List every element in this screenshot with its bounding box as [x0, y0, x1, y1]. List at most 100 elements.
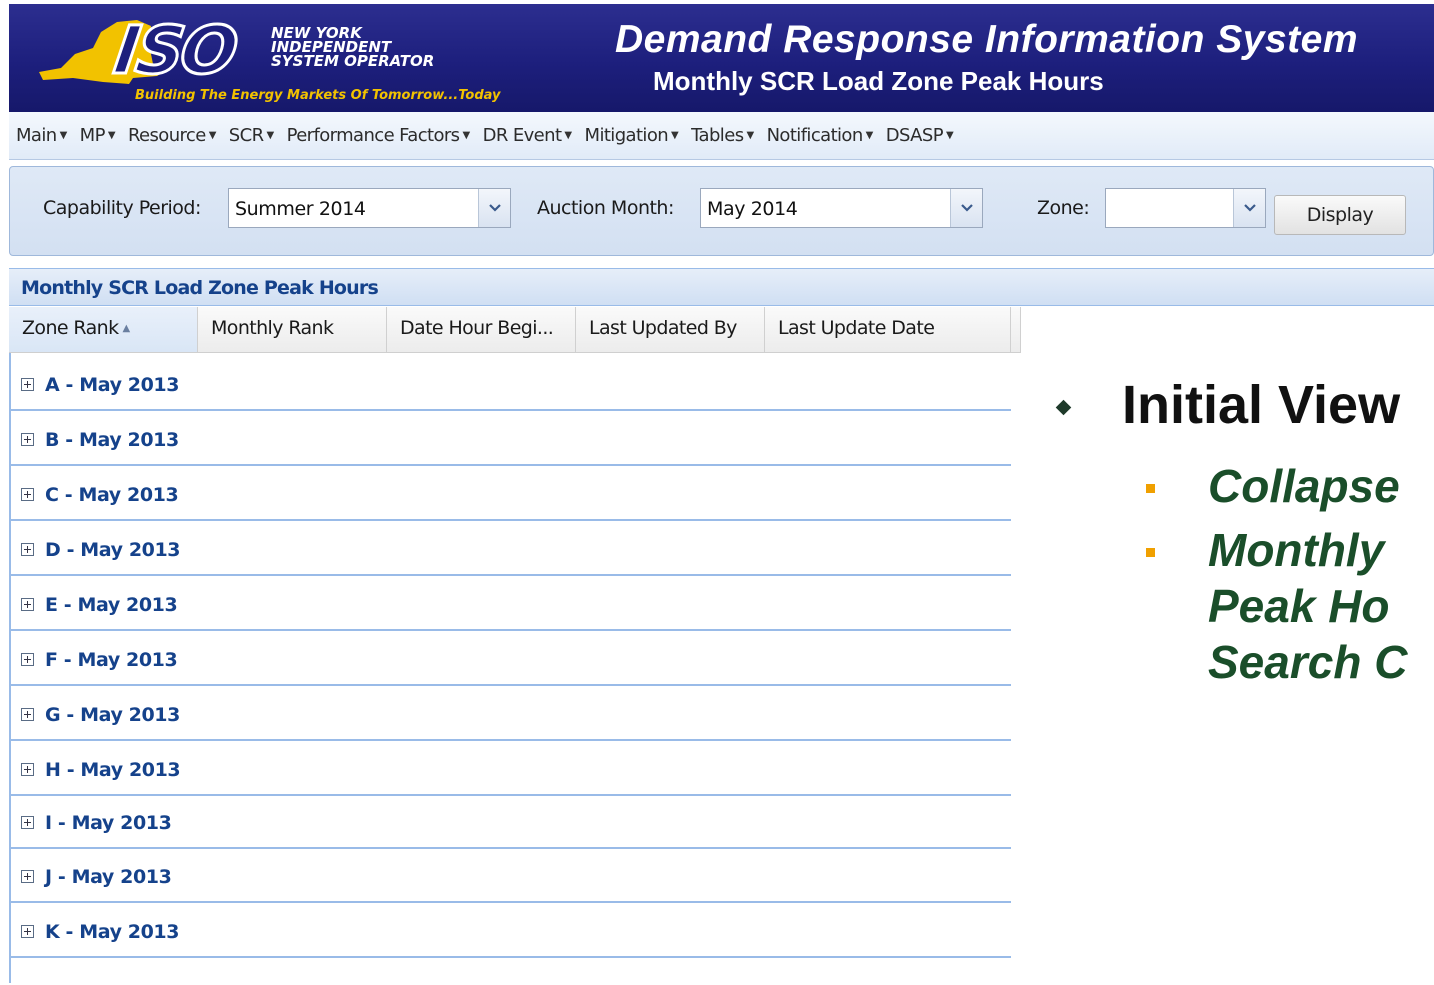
caret-down-icon: ▼: [59, 130, 68, 141]
auction-month-label: Auction Month:: [537, 197, 674, 219]
caret-down-icon: ▼: [266, 130, 275, 141]
expand-plus-icon[interactable]: [21, 763, 34, 776]
sort-ascending-icon: ▲: [122, 323, 130, 334]
group-row-g[interactable]: G - May 2013: [11, 686, 1011, 741]
caret-down-icon: ▼: [746, 130, 754, 141]
chevron-down-icon[interactable]: [950, 189, 982, 227]
display-button[interactable]: Display: [1274, 195, 1406, 235]
expand-plus-icon[interactable]: [21, 543, 34, 556]
group-row-c[interactable]: C - May 2013: [11, 466, 1011, 521]
caret-down-icon: ▼: [671, 130, 679, 141]
main-menu-bar: Main ▼ MP ▼ Resource ▼ SCR ▼ Performance Fac…: [9, 112, 1434, 160]
grid-title-bar: Monthly SCR Load Zone Peak Hours: [9, 268, 1434, 306]
group-label: H - May 2013: [45, 759, 181, 781]
expand-plus-icon[interactable]: [21, 653, 34, 666]
group-label: K - May 2013: [45, 921, 180, 943]
diamond-bullet-icon: [1055, 399, 1072, 416]
column-header-last-updated-by[interactable]: Last Updated By: [576, 307, 765, 352]
menu-label: Main: [16, 125, 57, 146]
auction-month-select[interactable]: May 2014: [700, 188, 983, 228]
group-row-a[interactable]: A - May 2013: [11, 356, 1011, 411]
menu-label: Mitigation: [584, 125, 669, 146]
menu-performance-factors[interactable]: Performance Factors ▼: [287, 125, 471, 146]
zone-select[interactable]: [1105, 188, 1266, 228]
logo-iso-text: ISO: [108, 11, 241, 91]
menu-label: DR Event: [482, 125, 562, 146]
column-header-monthly-rank[interactable]: Monthly Rank: [198, 307, 387, 352]
caret-down-icon: ▼: [208, 130, 217, 141]
column-header-label: Last Updated By: [589, 317, 737, 339]
group-row-d[interactable]: D - May 2013: [11, 521, 1011, 576]
annotation-sub-text: Search C: [1208, 636, 1408, 688]
column-header-label: Zone Rank: [22, 317, 119, 339]
group-row-i[interactable]: I - May 2013: [11, 794, 1011, 849]
expand-plus-icon[interactable]: [21, 870, 34, 883]
capability-period-select[interactable]: Summer 2014: [228, 188, 511, 228]
group-label: I - May 2013: [45, 812, 172, 834]
expand-plus-icon[interactable]: [21, 433, 34, 446]
menu-label: SCR: [228, 125, 264, 146]
column-header-date-hour-beginning[interactable]: Date Hour Begi...: [387, 307, 576, 352]
menu-label: MP: [79, 125, 106, 146]
menu-tables[interactable]: Tables ▼: [691, 125, 754, 146]
square-bullet-icon: [1146, 484, 1155, 493]
caret-down-icon: ▼: [945, 130, 954, 141]
group-row-f[interactable]: F - May 2013: [11, 631, 1011, 686]
expand-plus-icon[interactable]: [21, 378, 34, 391]
capability-period-label: Capability Period:: [43, 197, 201, 219]
logo-tagline: Building The Energy Markets Of Tomorrow.…: [135, 88, 501, 103]
menu-mp[interactable]: MP ▼: [79, 125, 116, 146]
annotation-sub-text: Peak Ho: [1208, 580, 1390, 632]
menu-dr-event[interactable]: DR Event ▼: [482, 125, 573, 146]
menu-label: Tables: [691, 125, 744, 146]
search-criteria-panel: Capability Period: Summer 2014 Auction M…: [9, 166, 1434, 256]
group-label: G - May 2013: [45, 704, 180, 726]
group-label: E - May 2013: [45, 594, 178, 616]
column-header-label: Last Update Date: [778, 317, 935, 339]
group-row-b[interactable]: B - May 2013: [11, 411, 1011, 466]
logo-org-name: NEW YORK INDEPENDENT SYSTEM OPERATOR: [271, 26, 435, 70]
annotation-sub-text: Collapse: [1208, 460, 1400, 512]
app-header: ISO NEW YORK INDEPENDENT SYSTEM OPERATOR…: [9, 4, 1434, 112]
menu-resource[interactable]: Resource ▼: [128, 125, 216, 146]
group-label: B - May 2013: [45, 429, 179, 451]
annotation-main-text: Initial View: [1122, 375, 1401, 435]
capability-period-value: Summer 2014: [235, 198, 366, 220]
group-row-k[interactable]: K - May 2013: [11, 903, 1011, 958]
caret-down-icon: ▼: [107, 130, 116, 141]
annotation-sub-text: Monthly: [1208, 524, 1385, 576]
group-row-e[interactable]: E - May 2013: [11, 576, 1011, 631]
app-title: Demand Response Information System: [615, 18, 1358, 61]
chevron-down-icon[interactable]: [478, 189, 510, 227]
group-row-j[interactable]: J - May 2013: [11, 848, 1011, 903]
expand-plus-icon[interactable]: [21, 708, 34, 721]
menu-label: Resource: [127, 125, 206, 146]
expand-plus-icon[interactable]: [21, 816, 34, 829]
column-header-label: Date Hour Begi...: [400, 317, 554, 339]
expand-plus-icon[interactable]: [21, 488, 34, 501]
menu-label: Notification: [766, 125, 864, 146]
group-label: D - May 2013: [45, 539, 181, 561]
menu-scr[interactable]: SCR ▼: [229, 125, 274, 146]
chevron-down-icon[interactable]: [1233, 189, 1265, 227]
group-row-h[interactable]: H - May 2013: [11, 741, 1011, 796]
org-name-line: SYSTEM OPERATOR: [271, 52, 435, 70]
menu-notification[interactable]: Notification ▼: [766, 125, 874, 146]
header-filler: [1020, 307, 1434, 353]
caret-down-icon: ▼: [564, 130, 572, 141]
expand-plus-icon[interactable]: [21, 925, 34, 938]
grid-title: Monthly SCR Load Zone Peak Hours: [21, 277, 379, 299]
zone-label: Zone:: [1037, 197, 1090, 219]
menu-dsasp[interactable]: DSASP ▼: [885, 125, 954, 146]
expand-plus-icon[interactable]: [21, 598, 34, 611]
menu-main[interactable]: Main ▼: [16, 125, 67, 146]
column-header-zone-rank[interactable]: Zone Rank ▲: [9, 307, 198, 352]
column-header-last-update-date[interactable]: Last Update Date: [765, 307, 1011, 352]
group-label: F - May 2013: [45, 649, 178, 671]
menu-mitigation[interactable]: Mitigation ▼: [585, 125, 679, 146]
menu-label: DSASP: [885, 125, 944, 146]
group-label: C - May 2013: [45, 484, 179, 506]
caret-down-icon: ▼: [865, 130, 874, 141]
grid-column-headers: Zone Rank ▲ Monthly Rank Date Hour Begi..…: [9, 307, 1434, 353]
nyiso-logo: ISO NEW YORK INDEPENDENT SYSTEM OPERATOR…: [9, 4, 609, 112]
